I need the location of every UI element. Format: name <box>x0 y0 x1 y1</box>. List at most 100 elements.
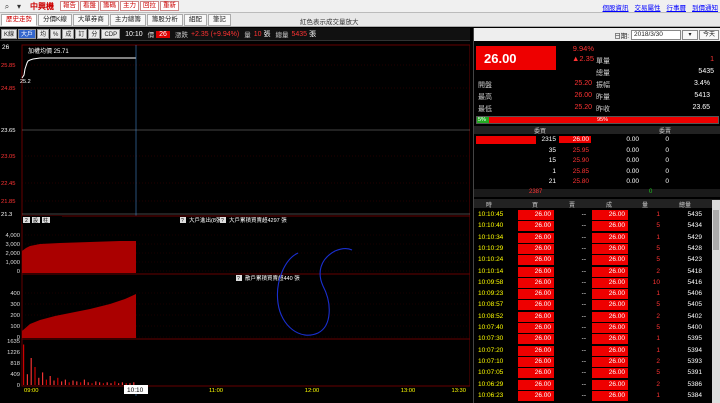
tick-price: 26.00 <box>592 300 628 311</box>
big-player-button[interactable]: 大戶 <box>18 29 37 39</box>
chips-button[interactable]: 籌碼 <box>100 1 119 11</box>
order-book-row[interactable]: 21 25.80 0.00 0 <box>474 177 720 187</box>
stat-label: 昨量 <box>596 94 610 101</box>
tick-row[interactable]: 10:09:58 26.00 -- 26.00 10 5416 <box>474 277 720 288</box>
date-picker-button[interactable]: ▾ <box>682 29 698 40</box>
bid-price: 26.00 <box>559 136 591 143</box>
tick-row[interactable]: 10:10:34 26.00 -- 26.00 1 5429 <box>474 232 720 243</box>
tick-total: 5428 <box>687 244 702 252</box>
panel2-tick: 3,000 <box>5 242 20 248</box>
tab-price-kline[interactable]: 分價K線 <box>38 13 72 26</box>
refresh-button[interactable]: 重新 <box>160 1 179 11</box>
order-book-row[interactable]: 1 25.85 0.00 0 <box>474 167 720 177</box>
volume-bar <box>26 374 28 385</box>
ask-price: 0.00 <box>626 136 639 143</box>
tick-ask: -- <box>581 256 586 264</box>
main-force-button[interactable]: 主力 <box>120 1 139 11</box>
panel3-tick: 100 <box>10 324 20 330</box>
tick-row[interactable]: 10:07:30 26.00 -- 26.00 1 5395 <box>474 333 720 345</box>
volume-notice: 紅色表示成交量放大 <box>300 19 359 26</box>
search-icon[interactable]: ⌕ <box>2 2 12 11</box>
volume-panel-frame <box>21 338 470 387</box>
order-book-row[interactable]: 35 25.95 0.00 0 <box>474 146 720 156</box>
tick-bid: 26.00 <box>518 255 554 266</box>
tick-row[interactable]: 10:10:24 26.00 -- 26.00 5 5423 <box>474 254 720 266</box>
tick-time: 10:08:52 <box>478 312 504 320</box>
chevron-down-icon[interactable]: ▾ <box>14 2 24 11</box>
order-button[interactable]: 訂 <box>75 29 88 39</box>
minute-button[interactable]: 分 <box>88 29 101 39</box>
stat-7: 昨收 23.65 <box>596 104 710 114</box>
panel4-tick: 1635 <box>7 339 20 345</box>
tick-row[interactable]: 10:07:10 26.00 -- 26.00 2 5393 <box>474 356 720 367</box>
link-stock-info[interactable]: 個股資訊 <box>603 2 629 12</box>
cdp-button[interactable]: CDP <box>101 29 121 39</box>
tick-row[interactable]: 10:07:20 26.00 -- 26.00 1 5394 <box>474 345 720 356</box>
tick-row[interactable]: 10:10:40 26.00 -- 26.00 5 5434 <box>474 220 720 232</box>
volume-button[interactable]: 成 <box>62 29 75 39</box>
today-button[interactable]: 今天 <box>699 29 719 40</box>
tick-time: 10:07:05 <box>478 369 504 377</box>
tick-bid: 26.00 <box>518 210 554 220</box>
time-tick: 11:00 <box>209 388 223 394</box>
tick-total: 5393 <box>687 357 702 365</box>
panel2-tick: 2,000 <box>5 251 20 257</box>
tick-vol: 1 <box>656 211 660 218</box>
tick-row[interactable]: 10:10:29 26.00 -- 26.00 5 5428 <box>474 243 720 254</box>
tab-big-broker[interactable]: 大單券商 <box>72 13 109 26</box>
link-calendar[interactable]: 行事曆 <box>667 2 687 12</box>
tab-chip-analysis[interactable]: 籌股分析 <box>146 13 183 26</box>
order-book-header: 委買 委賣 <box>474 126 720 135</box>
tick-row[interactable]: 10:08:57 26.00 -- 26.00 5 5405 <box>474 299 720 311</box>
scroll-thumb[interactable] <box>713 210 719 250</box>
pullback-button[interactable]: 回拉 <box>140 1 159 11</box>
tab-notes[interactable]: 筆記 <box>207 13 231 26</box>
tick-time: 10:10:40 <box>478 222 504 230</box>
chart-svg[interactable]: 25.85 24.85 23.65 23.05 22.45 21.85 21.3 26 加權… <box>0 41 470 403</box>
date-input[interactable]: 2018/3/30 <box>631 29 681 40</box>
tab-main-chips[interactable]: 主力總籌 <box>109 13 146 26</box>
cursor-time: 10:10 <box>125 30 143 38</box>
ask-total: 0 <box>649 189 653 195</box>
order-book-row[interactable]: 15 25.90 0.00 0 <box>474 156 720 166</box>
link-trade-attr[interactable]: 交易屬性 <box>635 2 661 12</box>
tick-time: 10:09:58 <box>478 278 504 286</box>
tick-total: 5386 <box>687 380 702 388</box>
stock-name[interactable]: 中興機 <box>30 1 54 12</box>
ask-price: 0.00 <box>626 157 639 164</box>
tick-row[interactable]: 10:09:23 26.00 -- 26.00 1 5406 <box>474 288 720 300</box>
tick-row[interactable]: 10:10:45 26.00 -- 26.00 1 5435 <box>474 209 720 220</box>
tick-vol: 2 <box>656 357 660 365</box>
time-tick: 09:00 <box>24 388 39 394</box>
help-icon-glyph: ? <box>181 218 184 224</box>
tick-ask: -- <box>581 380 586 388</box>
tick-bid: 26.00 <box>518 289 554 300</box>
tick-time: 10:08:57 <box>478 301 504 309</box>
tick-total: 5394 <box>687 346 702 354</box>
avg-button[interactable]: 均 <box>37 29 50 39</box>
tick-total: 5384 <box>687 391 702 399</box>
tick-row[interactable]: 10:07:05 26.00 -- 26.00 5 5391 <box>474 367 720 379</box>
kline-button[interactable]: K線 <box>1 29 18 39</box>
tick-vol: 5 <box>656 222 660 230</box>
price-tick: 23.05 <box>1 154 16 160</box>
volume-bar <box>68 382 70 385</box>
tick-row[interactable]: 10:08:52 26.00 -- 26.00 2 5402 <box>474 311 720 322</box>
tick-scrollbar[interactable] <box>712 200 720 403</box>
tab-portfolio[interactable]: 組配 <box>183 13 207 26</box>
percent-button[interactable]: % <box>50 29 62 39</box>
panel3-title: 散戶累積買賣超440 張 <box>245 274 300 282</box>
report-button[interactable]: 報告 <box>60 1 79 11</box>
volume-bar <box>80 382 82 385</box>
tick-row[interactable]: 10:10:14 26.00 -- 26.00 2 5418 <box>474 266 720 277</box>
bid-qty: 2315 <box>541 136 556 143</box>
tick-row[interactable]: 10:06:23 26.00 -- 26.00 1 5384 <box>474 390 720 401</box>
tick-bid: 26.00 <box>518 300 554 311</box>
watch-button[interactable]: 看盤 <box>80 1 99 11</box>
tick-row[interactable]: 10:07:40 26.00 -- 26.00 5 5400 <box>474 322 720 333</box>
tab-history-trend[interactable]: 歷史走勢 <box>1 13 37 26</box>
tick-row[interactable]: 10:06:29 26.00 -- 26.00 2 5386 <box>474 379 720 390</box>
link-price-alert[interactable]: 到價通知 <box>692 2 718 12</box>
order-book-row[interactable]: 2315 26.00 0.00 0 <box>474 135 720 145</box>
app-window: ⌕ ▾ 中興機 報告 看盤 籌碼 主力 回拉 重新 個股資訊 交易屬性 行事曆 … <box>0 0 720 403</box>
